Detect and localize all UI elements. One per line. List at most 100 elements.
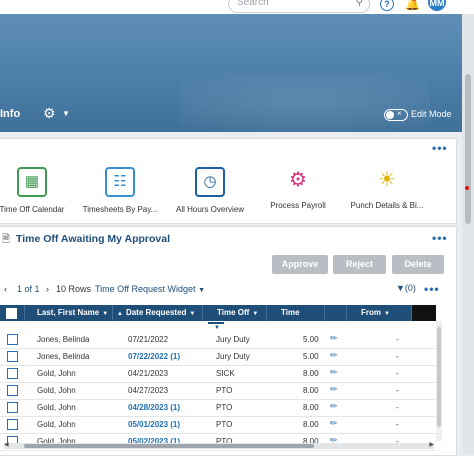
table-row[interactable]: Gold, John 04/21/2023 SICK 8.00 ✏ - xyxy=(0,365,436,383)
row-checkbox[interactable] xyxy=(7,351,18,362)
info-tab[interactable]: Info xyxy=(0,108,20,120)
cell-time-off: Jury Duty xyxy=(216,352,250,361)
comment-icon[interactable]: ✏ xyxy=(330,350,338,361)
comment-icon[interactable]: ✏ xyxy=(330,384,338,395)
table-row[interactable]: Gold, John 05/01/2023 (1) PTO 8.00 ✏ - xyxy=(0,416,436,434)
punch-clock-icon: ☀ xyxy=(378,169,396,191)
table-row[interactable]: Gold, John 04/27/2023 PTO 8.00 ✏ - xyxy=(0,382,436,400)
search-placeholder: Search xyxy=(237,0,269,8)
timesheet-icon: ☷ xyxy=(105,167,135,197)
page-scrollbar[interactable] xyxy=(462,14,474,454)
shortcut-time-off-calendar[interactable]: ▦ Time Off Calendar xyxy=(0,167,77,214)
cell-time-off: PTO xyxy=(216,403,233,412)
column-from[interactable]: From ▼ xyxy=(347,305,412,321)
widget-selector[interactable]: Time Off Request Widget ▼ xyxy=(95,284,205,294)
cell-time-off: Jury Duty xyxy=(216,335,250,344)
shortcut-process-payroll[interactable]: ⚙ Process Payroll xyxy=(253,167,343,210)
cell-from: - xyxy=(396,369,399,378)
edit-mode-label: Edit Mode xyxy=(411,109,452,119)
comment-icon[interactable]: ✏ xyxy=(330,367,338,378)
cell-name: Jones, Belinda xyxy=(37,352,90,361)
scrollbar-thumb[interactable] xyxy=(24,444,314,448)
column-label: Date Requested xyxy=(125,308,187,317)
filter-button[interactable]: ▼(0) xyxy=(396,283,416,293)
chevron-down-icon: ▼ xyxy=(198,287,205,294)
shortcut-timesheets[interactable]: ☷ Timesheets By Pay... xyxy=(75,167,165,214)
comment-icon[interactable]: ✏ xyxy=(330,401,338,412)
notification-bell-icon[interactable]: 🔔 xyxy=(405,0,420,11)
shortcut-label: Time Off Calendar xyxy=(0,205,65,214)
chevron-down-icon[interactable]: ▼ xyxy=(384,311,390,317)
table-row[interactable]: Gold, John 04/28/2023 (1) PTO 8.00 ✏ - xyxy=(0,399,436,417)
cell-date-link[interactable]: 05/01/2023 (1) xyxy=(128,420,180,429)
shortcuts-widget: ••• ▦ Time Off Calendar ☷ Timesheets By … xyxy=(0,138,457,224)
reject-button[interactable]: Reject xyxy=(333,255,386,274)
table-options-icon[interactable]: ••• xyxy=(424,282,440,296)
hours-overview-icon: ◷ xyxy=(195,167,225,197)
shortcut-punch-details[interactable]: ☀ Punch Details & Bi... xyxy=(342,167,432,210)
column-time[interactable]: Time xyxy=(267,305,325,321)
banner: Info ⚙ ▼ × Edit Mode xyxy=(0,14,462,132)
chevron-down-icon[interactable]: ▼ xyxy=(62,109,70,118)
rows-per-page[interactable]: 10 Rows xyxy=(56,284,91,294)
scrollbar-thumb[interactable] xyxy=(465,74,471,224)
toggle-knob xyxy=(386,111,394,119)
column-label: Time xyxy=(281,308,300,317)
search-icon[interactable]: ⚲ xyxy=(356,0,363,8)
edit-mode-toggle[interactable]: × xyxy=(384,109,408,121)
column-name[interactable]: Last, First Name ▼ xyxy=(25,305,113,321)
chevron-down-icon[interactable]: ▼ xyxy=(252,311,258,317)
sort-ascending-icon: ▲ xyxy=(117,311,123,317)
chevron-down-icon[interactable]: ▼ xyxy=(189,311,195,317)
shortcut-label: Process Payroll xyxy=(270,201,326,210)
cell-time: 8.00 xyxy=(303,403,319,412)
search-input[interactable]: Search ⚲ xyxy=(228,0,370,13)
cell-time-off: PTO xyxy=(216,420,233,429)
avatar[interactable]: MM xyxy=(428,0,446,11)
row-checkbox[interactable] xyxy=(7,419,18,430)
gear-icon[interactable]: ⚙ xyxy=(43,105,56,122)
row-checkbox[interactable] xyxy=(7,402,18,413)
cell-date-link[interactable]: 04/28/2023 (1) xyxy=(128,403,180,412)
page-indicator: 1 of 1 xyxy=(17,284,40,294)
scroll-left-icon[interactable]: ◀ xyxy=(4,441,9,448)
cell-date: 04/21/2023 xyxy=(128,369,169,378)
next-page-icon[interactable]: › xyxy=(46,284,49,294)
column-label: From xyxy=(361,308,381,317)
chevron-down-icon[interactable]: ▼ xyxy=(102,311,108,317)
delete-button[interactable]: Delete xyxy=(392,255,444,274)
select-all-checkbox[interactable] xyxy=(6,308,17,319)
table-horizontal-scrollbar[interactable]: ◀ ▶ xyxy=(4,441,434,449)
help-icon[interactable]: ? xyxy=(380,0,394,11)
time-off-approval-widget: 🗎 Time Off Awaiting My Approval ••• Appr… xyxy=(0,226,457,456)
row-checkbox[interactable] xyxy=(7,334,18,345)
approve-button[interactable]: Approve xyxy=(272,255,328,274)
column-icon xyxy=(325,305,347,321)
comment-icon[interactable]: ✏ xyxy=(330,333,338,344)
column-time-off[interactable]: Time Off ▼ xyxy=(203,305,267,321)
comment-icon[interactable]: ✏ xyxy=(330,418,338,429)
calendar-icon: ▦ xyxy=(17,167,47,197)
table-row[interactable]: Jones, Belinda 07/21/2022 Jury Duty 5.00… xyxy=(0,331,436,349)
row-checkbox[interactable] xyxy=(7,368,18,379)
prev-page-icon[interactable]: ‹ xyxy=(4,284,7,294)
notification-badge xyxy=(411,0,417,1)
shortcut-label: Timesheets By Pay... xyxy=(82,205,158,214)
cell-from: - xyxy=(396,335,399,344)
cell-date-link[interactable]: 07/22/2022 (1) xyxy=(128,352,180,361)
cell-from: - xyxy=(396,420,399,429)
table-row[interactable]: Jones, Belinda 07/22/2022 (1) Jury Duty … xyxy=(0,348,436,366)
header-filler xyxy=(412,305,436,321)
cell-time-off: SICK xyxy=(216,369,235,378)
more-options-icon[interactable]: ••• xyxy=(432,231,448,245)
select-all-column[interactable] xyxy=(0,305,25,321)
row-checkbox[interactable] xyxy=(7,385,18,396)
column-date-requested[interactable]: ▲ Date Requested ▼ xyxy=(113,305,203,321)
scroll-right-icon[interactable]: ▶ xyxy=(429,441,434,448)
sort-indicator xyxy=(208,322,224,324)
cell-name: Gold, John xyxy=(37,420,76,429)
table-vertical-scrollbar[interactable] xyxy=(436,321,442,441)
more-options-icon[interactable]: ••• xyxy=(432,141,448,155)
shortcut-all-hours-overview[interactable]: ◷ All Hours Overview xyxy=(165,167,255,214)
scrollbar-thumb[interactable] xyxy=(437,327,441,427)
